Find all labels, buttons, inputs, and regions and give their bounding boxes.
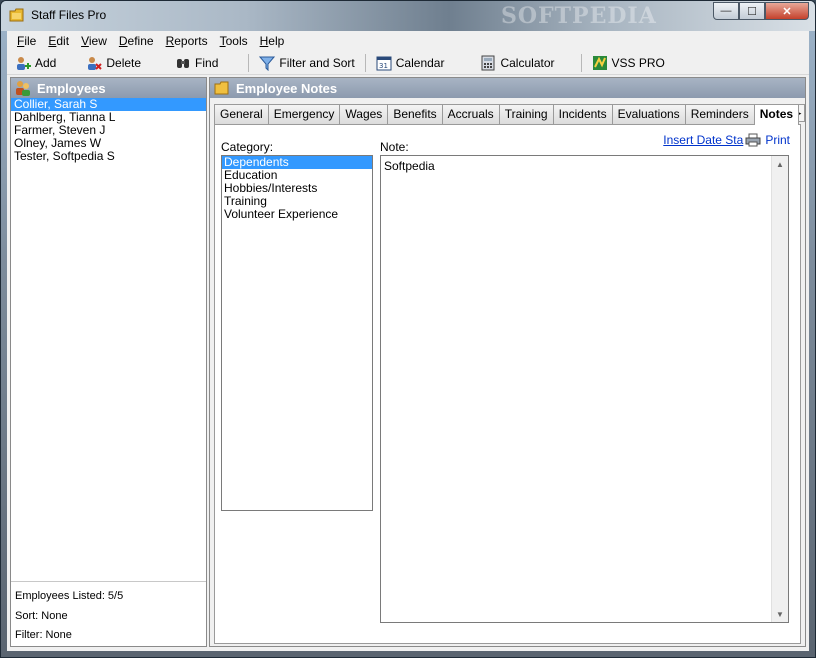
vss-pro-label: VSS PRO [611, 55, 665, 70]
calculator-button[interactable]: Calculator [476, 53, 558, 73]
menu-help[interactable]: Help [254, 34, 291, 48]
notes-actions: Insert Date Sta Print [663, 133, 790, 147]
add-user-icon [17, 56, 31, 70]
employee-list: Collier, Sarah S Dahlberg, Tianna L Farm… [11, 98, 206, 163]
category-list-item[interactable]: Volunteer Experience [222, 208, 372, 221]
menu-view[interactable]: View [75, 34, 113, 48]
menu-reports-label: eports [174, 34, 208, 48]
vss-pro-icon [592, 55, 607, 70]
employees-header: Employees [11, 78, 206, 98]
employees-listed-count: Employees Listed: 5/5 [15, 590, 124, 602]
delete-user-icon [88, 56, 103, 70]
delete-label: Delete [106, 55, 142, 70]
notes-tab-content: Insert Date Sta Print Category: Note: De… [214, 124, 801, 644]
note-label: Note: [380, 140, 409, 154]
employee-notes-panel: Employee Notes General Emergency Wages B… [209, 77, 806, 647]
employees-icon [16, 81, 30, 96]
toolbar-separator [364, 53, 366, 72]
print-link[interactable]: Print [765, 133, 790, 147]
folder-app-icon [9, 8, 24, 22]
employee-list-item[interactable]: Tester, Softpedia S [11, 150, 206, 163]
printer-icon[interactable] [745, 133, 761, 147]
menu-define-accel: D [118, 34, 128, 48]
category-label: Category: [221, 140, 274, 154]
menu-reports-accel: R [165, 34, 175, 48]
note-textarea[interactable]: Softpedia ▲ ▼ [380, 155, 789, 623]
footer-divider [11, 581, 206, 582]
sort-status: Sort: None [15, 610, 68, 622]
tab-notes[interactable]: Notes [753, 104, 800, 125]
tab-training[interactable]: Training [498, 104, 554, 124]
insert-date-stamp-link[interactable]: Insert Date Sta [663, 133, 743, 147]
menu-reports[interactable]: Reports [160, 34, 214, 48]
scroll-up-icon[interactable]: ▲ [772, 156, 788, 172]
filter-status: Filter: None [15, 629, 72, 641]
binoculars-icon [177, 58, 190, 68]
menu-help-accel: H [259, 34, 269, 48]
category-list: Dependents Education Hobbies/Interests T… [221, 155, 373, 511]
menu-bar: File Edit View Define Reports Tools Help [7, 31, 809, 51]
tab-emergency[interactable]: Emergency [267, 104, 341, 124]
employee-notes-header: Employee Notes [210, 78, 805, 98]
funnel-icon [259, 56, 276, 71]
minimize-button[interactable]: — [713, 2, 739, 20]
watermark-text: SOFTPEDIA [501, 3, 657, 29]
menu-help-label: elp [268, 34, 285, 48]
window-title: Staff Files Pro [31, 8, 107, 22]
scroll-down-icon[interactable]: ▼ [772, 606, 788, 622]
add-button[interactable]: Add [11, 53, 60, 73]
menu-view-accel: V [81, 34, 89, 48]
calculator-icon [481, 55, 495, 70]
toolbar-separator [580, 53, 582, 72]
tab-evaluations[interactable]: Evaluations [611, 104, 686, 124]
app-window: Staff Files Pro SOFTPEDIA — ☐ ✕ File Edi… [0, 0, 816, 658]
tab-reminders[interactable]: Reminders [684, 104, 755, 124]
calendar-label: Calendar [395, 55, 445, 70]
employees-panel: Employees Collier, Sarah S Dahlberg, Tia… [10, 77, 207, 647]
calendar-button[interactable]: 31 Calendar [372, 53, 449, 73]
toolbar-separator [248, 53, 250, 72]
find-button[interactable]: Find [171, 53, 222, 73]
title-bar[interactable]: Staff Files Pro SOFTPEDIA — ☐ ✕ [1, 1, 815, 31]
menu-tools[interactable]: Tools [214, 34, 254, 48]
menu-edit[interactable]: Edit [42, 34, 75, 48]
tab-benefits[interactable]: Benefits [387, 104, 443, 124]
tab-accruals[interactable]: Accruals [441, 104, 500, 124]
toolbar: Add Delete Find Filter and Sort 31 Calen… [7, 51, 809, 75]
vss-pro-button[interactable]: VSS PRO [588, 53, 669, 73]
employee-notes-title: Employee Notes [236, 80, 338, 96]
note-text: Softpedia [384, 159, 435, 173]
tab-general[interactable]: General [214, 104, 269, 124]
add-label: Add [35, 55, 57, 70]
menu-file[interactable]: File [11, 34, 42, 48]
folder-icon [214, 81, 229, 95]
menu-define-label: efine [127, 34, 154, 48]
menu-view-label: iew [88, 34, 107, 48]
employees-title: Employees [37, 80, 106, 96]
menu-tools-label: ools [225, 34, 248, 48]
window-controls: — ☐ ✕ [713, 2, 809, 20]
tab-wages[interactable]: Wages [339, 104, 389, 124]
filter-sort-label: Filter and Sort [279, 55, 355, 70]
client-area: File Edit View Define Reports Tools Help… [7, 31, 809, 651]
note-scrollbar[interactable]: ▲ ▼ [771, 156, 788, 622]
delete-button[interactable]: Delete [82, 53, 145, 73]
calculator-label: Calculator [500, 55, 555, 70]
menu-define[interactable]: Define [113, 34, 160, 48]
svg-text:31: 31 [379, 62, 388, 70]
find-label: Find [195, 55, 219, 70]
close-button[interactable]: ✕ [765, 2, 809, 20]
tab-incidents[interactable]: Incidents [552, 104, 613, 124]
tab-strip: General Emergency Wages Benefits Accrual… [214, 104, 800, 125]
menu-file-label: ile [24, 34, 37, 48]
maximize-button[interactable]: ☐ [739, 2, 765, 20]
calendar-icon: 31 [376, 56, 392, 70]
filter-sort-button[interactable]: Filter and Sort [255, 53, 358, 73]
menu-edit-label: dit [56, 34, 70, 48]
